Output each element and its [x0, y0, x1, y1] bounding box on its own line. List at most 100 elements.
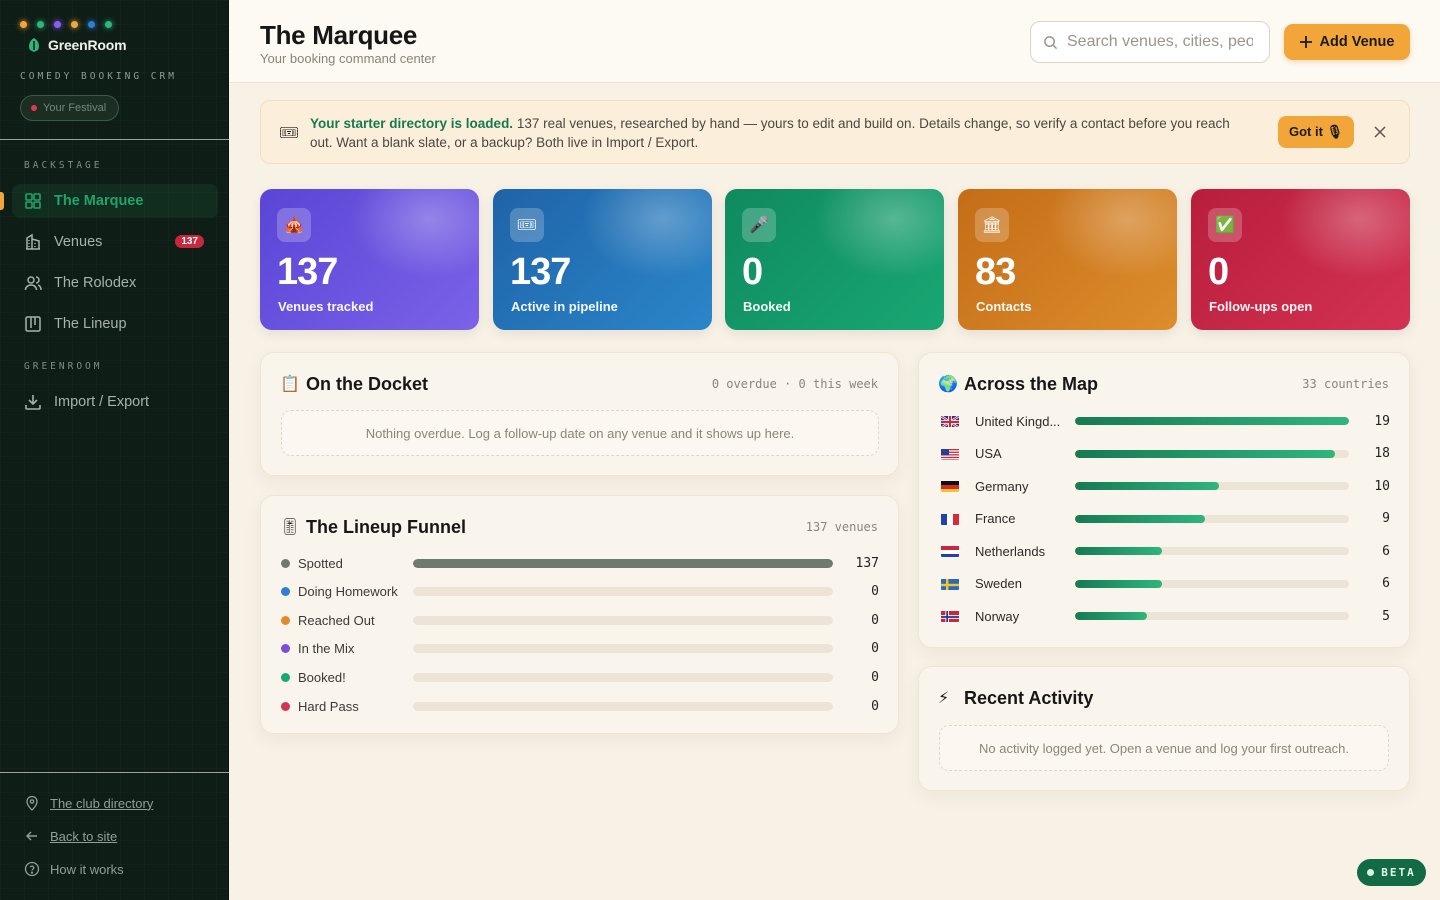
se-flag-icon [941, 578, 959, 590]
section-label-backstage: BACKSTAGE [24, 160, 103, 171]
festival-selector[interactable]: Your Festival [20, 95, 120, 121]
country-name: Sweden [975, 576, 1022, 591]
add-venue-label: Add Venue [1319, 34, 1395, 50]
sidebar: GreenRoom COMEDY BOOKING CRM Your Festiv… [0, 0, 229, 900]
search-box[interactable] [1030, 21, 1270, 63]
stat-icon: 🏛 [975, 208, 1009, 242]
country-count: 6 [1382, 543, 1390, 559]
country-count: 10 [1374, 478, 1390, 494]
stat-label: Contacts [976, 299, 1032, 314]
kanban-icon [25, 316, 41, 332]
brand[interactable]: GreenRoom [27, 37, 127, 53]
country-row[interactable]: USA 18 [941, 444, 1390, 464]
country-row[interactable]: Germany 10 [941, 476, 1390, 496]
country-name: Norway [975, 608, 1020, 624]
sidebar-item-the-rolodex[interactable]: The Rolodex [12, 266, 218, 300]
no-flag-icon [941, 610, 959, 622]
stage-bar-fill [413, 558, 833, 568]
close-icon[interactable] [1371, 123, 1389, 141]
country-row[interactable]: United Kingd... 19 [941, 411, 1390, 431]
how-it-works-label: How it works [50, 861, 124, 877]
map-meta: 33 countries [1302, 377, 1389, 391]
club-directory-link[interactable]: The club directory [24, 795, 153, 811]
add-venue-button[interactable]: Add Venue [1284, 24, 1410, 60]
stage-bar-track [413, 672, 833, 682]
country-bar-track [1075, 417, 1349, 425]
sidebar-item-the-marquee[interactable]: The Marquee [0, 184, 218, 218]
sidebar-item-import-export[interactable]: Import / Export [12, 385, 218, 419]
funnel-row[interactable]: Doing Homework 0 [281, 582, 879, 602]
back-to-site-label: Back to site [50, 828, 118, 844]
country-row[interactable]: Netherlands 6 [941, 541, 1390, 561]
country-bar-fill [1075, 547, 1162, 555]
leaf-logo-icon [29, 38, 39, 52]
funnel-row[interactable]: Booked! 0 [281, 667, 879, 687]
funnel-row[interactable]: Hard Pass 0 [281, 696, 879, 716]
got-it-button[interactable]: Got it 🎙 [1278, 116, 1354, 148]
funnel-row[interactable]: Reached Out 0 [281, 610, 879, 630]
docket-panel: 📋 On the Docket 0 overdue · 0 this week … [260, 352, 899, 476]
stat-card-follow-ups-open[interactable]: ✅ 0 Follow-ups open [1191, 189, 1410, 330]
stage-bar-track [413, 558, 833, 568]
sidebar-footer-divider [0, 772, 229, 773]
stage-count: 0 [871, 641, 879, 657]
funnel-row[interactable]: Spotted 137 [281, 553, 879, 573]
nl-flag-icon [941, 545, 959, 557]
funnel-panel: 🎚 The Lineup Funnel 137 venues Spotted 1… [260, 495, 899, 734]
search-input[interactable] [1067, 33, 1253, 51]
arrow-left-icon [26, 831, 37, 841]
beta-label: BETA [1381, 866, 1416, 879]
how-it-works-link[interactable]: How it works [24, 861, 124, 877]
stat-label: Venues tracked [278, 299, 374, 314]
country-bar-fill [1075, 482, 1220, 490]
sidebar-item-label: The Lineup [54, 316, 127, 332]
stat-card-contacts[interactable]: 🏛 83 Contacts [958, 189, 1177, 330]
stat-value: 137 [510, 251, 571, 293]
country-bar-track [1075, 612, 1349, 620]
country-row[interactable]: Norway 5 [941, 606, 1390, 626]
country-row[interactable]: France 9 [941, 509, 1390, 529]
sidebar-item-label: Venues [54, 234, 103, 250]
stat-card-booked[interactable]: 🎤 0 Booked [725, 189, 944, 330]
starter-directory-banner: 🎟 Your starter directory is loaded. 137 … [260, 100, 1410, 164]
venues-count-badge: 137 [175, 235, 204, 248]
sidebar-item-venues[interactable]: Venues 137 [12, 225, 218, 259]
stat-icon: 🎤 [742, 208, 776, 242]
search-icon [1044, 35, 1058, 49]
funnel-row[interactable]: In the Mix 0 [281, 639, 879, 659]
stage-bar-track [413, 644, 833, 654]
country-name: Netherlands [975, 543, 1046, 559]
map-pin-icon [26, 795, 38, 811]
country-row[interactable]: Sweden 6 [941, 574, 1390, 594]
beta-badge[interactable]: BETA [1357, 859, 1426, 886]
stat-card-active-in-pipeline[interactable]: 🎟 137 Active in pipeline [493, 189, 712, 330]
country-name: USA [975, 446, 1002, 461]
page-header: The Marquee Your booking command center … [229, 0, 1440, 83]
stage-name: In the Mix [298, 641, 355, 657]
stat-value: 0 [742, 251, 763, 293]
brand-subtitle: COMEDY BOOKING CRM [20, 71, 177, 82]
stage-bar-track [413, 615, 833, 625]
funnel-meta: 137 venues [805, 520, 878, 534]
uk-flag-icon [941, 415, 959, 427]
back-to-site-link[interactable]: Back to site [24, 828, 117, 844]
festival-status-dot [31, 105, 37, 111]
activity-title: Recent Activity [964, 688, 1094, 708]
marquee-bulbs [20, 21, 112, 28]
country-name: France [975, 511, 1016, 526]
country-count: 18 [1374, 446, 1390, 461]
docket-title: On the Docket [306, 374, 429, 394]
docket-empty-state: Nothing overdue. Log a follow-up date on… [281, 410, 879, 456]
page-title: The Marquee [260, 20, 418, 50]
stat-card-venues-tracked[interactable]: 🎪 137 Venues tracked [260, 189, 479, 330]
marquee-bulb [71, 21, 78, 28]
map-title: Across the Map [964, 374, 1099, 394]
sidebar-item-the-lineup[interactable]: The Lineup [12, 307, 218, 341]
lightning-icon: ⚡ [938, 690, 950, 707]
country-bar-track [1075, 449, 1349, 458]
stat-value: 137 [277, 251, 338, 293]
stage-count: 0 [871, 584, 879, 600]
stage-count: 0 [871, 669, 879, 685]
country-count: 9 [1382, 511, 1390, 526]
stage-name: Booked! [298, 669, 346, 685]
